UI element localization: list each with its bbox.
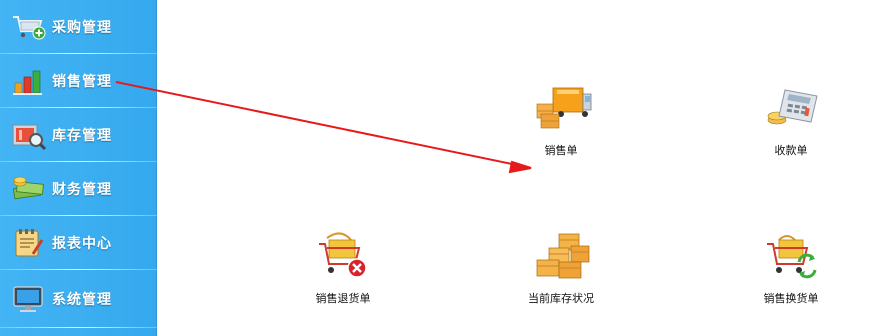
tile-sales-exchange[interactable]: 销售换货单 [736,228,846,306]
notepad-report-icon [11,227,47,259]
sidebar-item-label: 销售管理 [52,74,112,90]
inventory-search-icon [11,119,47,151]
tile-current-inventory[interactable]: 当前库存状况 [506,228,616,306]
sidebar-item-system[interactable]: 系统管理 [0,270,157,328]
shopping-cart-add-icon [11,11,47,43]
tile-label: 销售退货单 [315,292,371,305]
tile-receipt[interactable]: 收款单 [736,80,846,158]
sidebar-item-label: 报表中心 [52,236,112,252]
tile-label: 销售换货单 [763,292,819,305]
delivery-truck-icon [506,80,616,138]
sidebar-item-finance[interactable]: 财务管理 [0,162,157,216]
sidebar-item-label: 系统管理 [52,292,112,308]
cart-exchange-icon [736,228,846,286]
sidebar-item-reports[interactable]: 报表中心 [0,216,157,270]
sidebar: 采购管理 销售管理 库存管理 财务管理 报表中心 系统管理 [0,0,157,336]
calculator-icon [736,80,846,138]
tile-label: 销售单 [544,144,578,157]
monitor-icon [11,283,47,315]
tile-label: 当前库存状况 [528,292,594,305]
tile-label: 收款单 [774,144,808,157]
sidebar-item-sales[interactable]: 销售管理 [0,54,157,108]
tile-sales-return[interactable]: 销售退货单 [288,228,398,306]
sidebar-item-label: 财务管理 [52,182,112,198]
stacked-boxes-icon [506,228,616,286]
tile-sales-order[interactable]: 销售单 [506,80,616,158]
money-stack-icon [11,173,47,205]
divider [0,327,157,328]
sidebar-item-purchase[interactable]: 采购管理 [0,0,157,54]
cart-return-icon [288,228,398,286]
sidebar-item-inventory[interactable]: 库存管理 [0,108,157,162]
sidebar-item-label: 库存管理 [52,128,112,144]
sidebar-item-label: 采购管理 [52,20,112,36]
bar-chart-icon [11,65,47,97]
